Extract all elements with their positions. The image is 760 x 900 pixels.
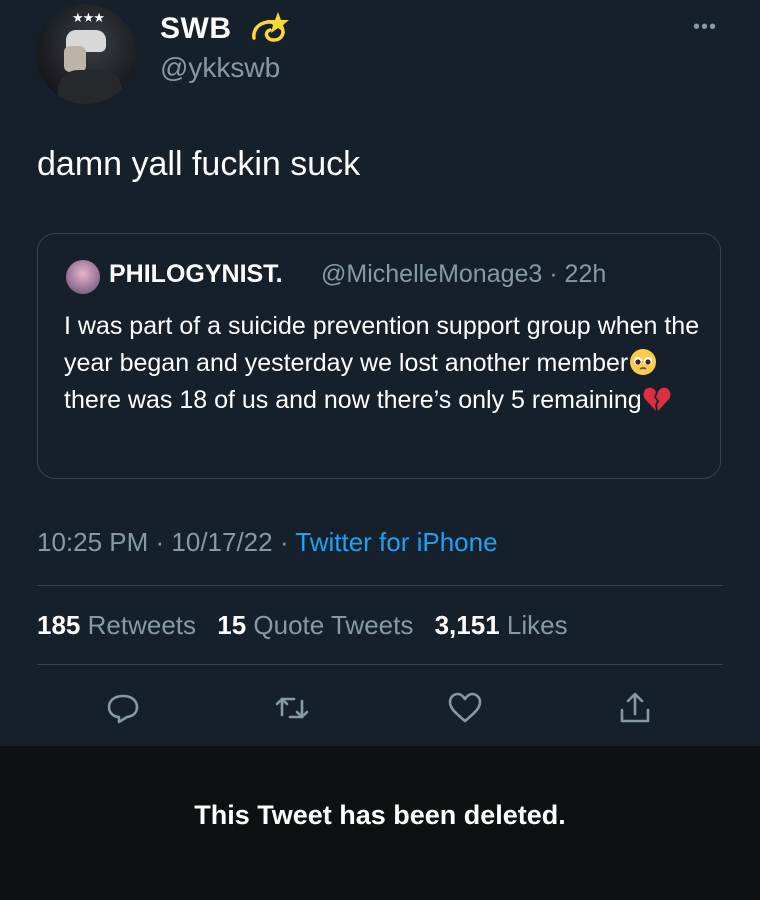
broken-heart-emoji (643, 387, 671, 411)
avatar-hand (64, 46, 86, 72)
retweets-count: 185 (37, 610, 81, 640)
share-icon[interactable] (615, 688, 655, 728)
quoted-author-handle-time[interactable]: @MichelleMonage3 · 22h (321, 260, 606, 289)
avatar-body (58, 70, 122, 104)
divider (37, 664, 723, 665)
crown-graphic: ★★★ (72, 10, 105, 25)
quoted-text-part-2: there was 18 of us and now there’s only … (64, 386, 642, 414)
quoted-author-avatar[interactable] (66, 260, 100, 294)
like-icon[interactable] (445, 688, 485, 728)
quotes-label: Quote Tweets (253, 610, 414, 640)
quotes-count: 15 (217, 610, 247, 640)
likes-stat[interactable]: 3,151 Likes (435, 610, 568, 640)
divider (37, 585, 723, 586)
author-handle[interactable]: @ykkswb (160, 52, 280, 84)
quotes-stat[interactable]: 15 Quote Tweets (217, 610, 413, 640)
pleading-face-emoji (630, 349, 657, 375)
dizzy-star-emoji (252, 12, 289, 42)
quoted-author-name[interactable]: PHILOGYNIST. (109, 260, 283, 289)
retweets-label: Retweets (87, 610, 197, 640)
tweet-text: damn yall fuckin suck (37, 145, 361, 183)
tweet-time-date[interactable]: 10:25 PM · 10/17/22 · (37, 527, 295, 557)
quoted-tweet-text: I was part of a suicide prevention suppo… (64, 308, 714, 419)
retweets-stat[interactable]: 185 Retweets (37, 610, 196, 640)
author-avatar[interactable]: ★★★ (36, 4, 136, 104)
retweet-icon[interactable] (272, 688, 312, 728)
likes-label: Likes (506, 610, 568, 640)
author-name[interactable]: SWB (160, 12, 232, 46)
tweet-stats: 185 Retweets 15 Quote Tweets 3,151 Likes (37, 610, 568, 641)
tweet-source-link[interactable]: Twitter for iPhone (295, 527, 497, 557)
quoted-tweet-card[interactable]: PHILOGYNIST. @MichelleMonage3 · 22h I wa… (37, 233, 721, 479)
more-options-icon[interactable]: ••• (693, 16, 717, 39)
tweet-meta: 10:25 PM · 10/17/22 · Twitter for iPhone (37, 527, 498, 558)
reply-icon[interactable] (103, 688, 143, 728)
quoted-text-part-1: I was part of a suicide prevention suppo… (64, 312, 700, 377)
deleted-notice-text: This Tweet has been deleted. (194, 800, 566, 830)
likes-count: 3,151 (434, 610, 500, 640)
